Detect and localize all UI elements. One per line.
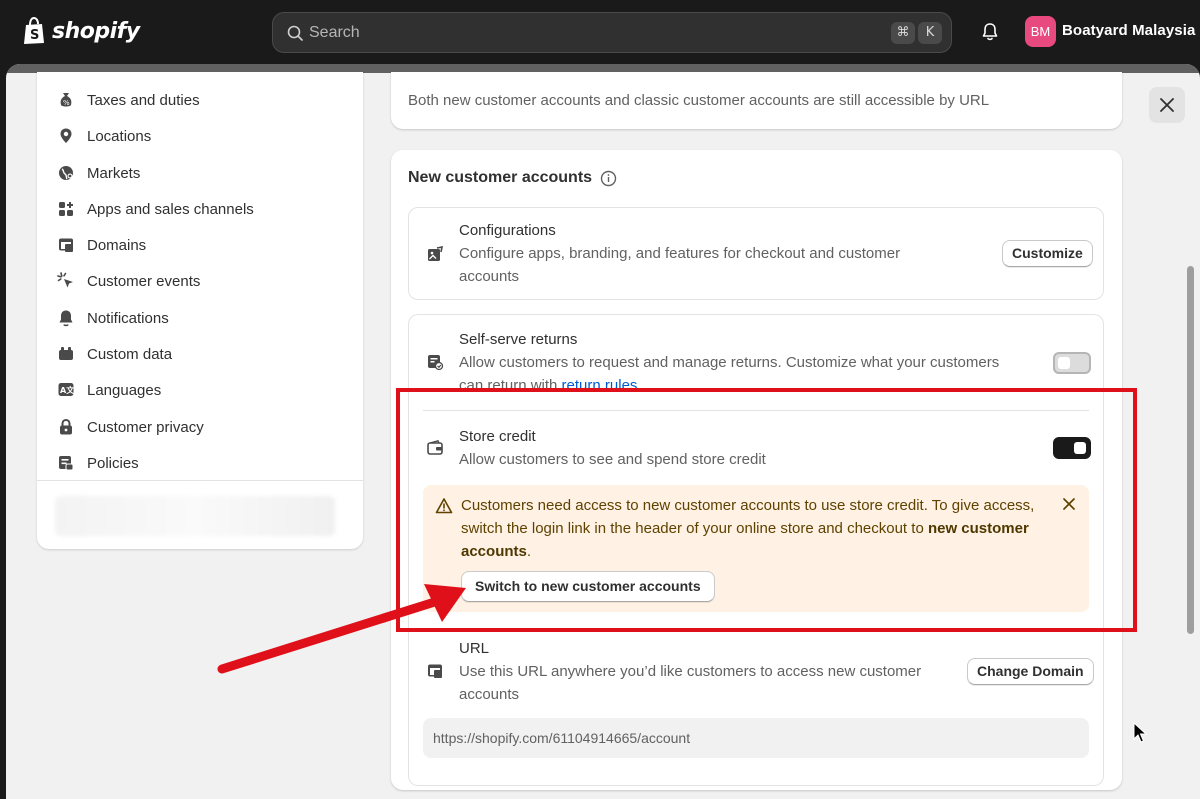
search-placeholder: Search bbox=[309, 24, 360, 41]
sidebar-item-label: Notifications bbox=[87, 309, 169, 327]
cursor-click-icon bbox=[57, 272, 73, 288]
sidebar-item-label: Languages bbox=[87, 381, 162, 399]
sidebar-item-label: Locations bbox=[87, 127, 152, 145]
sidebar-item-label: Domains bbox=[87, 236, 147, 254]
shopify-logo[interactable]: S shopify bbox=[22, 17, 140, 45]
globe-icon bbox=[59, 166, 73, 180]
accounts-accessible-card: Both new customer accounts and classic c… bbox=[391, 72, 1122, 129]
sidebar-item-label: Policies bbox=[87, 454, 139, 472]
taxes-icon: % bbox=[60, 93, 72, 107]
info-icon[interactable] bbox=[600, 170, 617, 187]
shortcut-k-key: K bbox=[918, 22, 942, 44]
logo-text: shopify bbox=[52, 18, 140, 44]
location-pin-icon bbox=[60, 128, 72, 143]
custom-data-icon bbox=[59, 347, 73, 360]
configurations-title: Configurations bbox=[459, 222, 556, 239]
section-title-text: New customer accounts bbox=[408, 169, 593, 186]
sidebar-item-label: Customer privacy bbox=[87, 418, 204, 436]
self-serve-returns-desc-line1: Allow customers to request and manage re… bbox=[459, 354, 1000, 371]
sidebar-item-customer-events[interactable]: Customer events bbox=[57, 269, 200, 293]
configurations-desc-line1: Configure apps, branding, and features f… bbox=[459, 245, 901, 262]
annotation-highlight-box bbox=[396, 388, 1137, 632]
notifications-bell-icon[interactable] bbox=[981, 22, 999, 42]
panel-bottom-border bbox=[408, 624, 1104, 786]
sidebar-item-label: Apps and sales channels bbox=[87, 200, 254, 218]
sidebar-item-apps-and-sales-channels[interactable]: Apps and sales channels bbox=[57, 197, 254, 221]
store-avatar[interactable]: BM bbox=[1025, 16, 1056, 47]
configurations-panel: Configurations Configure apps, branding,… bbox=[408, 207, 1104, 300]
mouse-cursor-icon bbox=[1133, 722, 1147, 743]
lock-icon bbox=[60, 418, 72, 435]
apps-icon bbox=[59, 202, 73, 216]
image-brush-icon bbox=[428, 246, 444, 261]
self-serve-returns-title: Self-serve returns bbox=[459, 331, 578, 348]
svg-text:%: % bbox=[63, 99, 70, 107]
scrollbar-thumb[interactable] bbox=[1187, 266, 1194, 634]
svg-text:A文: A文 bbox=[60, 385, 75, 395]
sidebar-item-markets[interactable]: Markets bbox=[57, 161, 140, 185]
shopify-bag-icon: S bbox=[24, 17, 44, 44]
language-icon: A文 bbox=[58, 383, 75, 396]
blurred-region bbox=[55, 496, 335, 536]
sidebar-item-label: Custom data bbox=[87, 345, 173, 363]
sidebar-item-locations[interactable]: Locations bbox=[57, 124, 151, 148]
self-serve-returns-toggle[interactable] bbox=[1053, 352, 1091, 374]
sidebar-item-label: Markets bbox=[87, 164, 141, 182]
close-settings-button[interactable] bbox=[1149, 87, 1185, 123]
customize-button[interactable]: Customize bbox=[1002, 240, 1093, 267]
search-bar[interactable]: Search ⌘ K bbox=[272, 12, 952, 53]
sidebar-item-custom-data[interactable]: Custom data bbox=[57, 342, 172, 366]
settings-sidebar: % Taxes and duties Locations Markets App… bbox=[37, 72, 363, 549]
section-title: New customer accounts bbox=[408, 169, 617, 187]
sidebar-divider bbox=[37, 480, 363, 481]
top-bar: S shopify Search ⌘ K BM Boatyard Malaysi… bbox=[0, 0, 1200, 64]
sidebar-item-taxes-and-duties[interactable]: % Taxes and duties bbox=[57, 88, 200, 112]
configurations-desc-line2: accounts bbox=[459, 268, 520, 285]
returns-icon bbox=[428, 355, 444, 371]
sidebar-item-policies[interactable]: Policies bbox=[57, 451, 139, 475]
domains-icon bbox=[59, 238, 73, 252]
sidebar-item-domains[interactable]: Domains bbox=[57, 233, 146, 257]
svg-text:S: S bbox=[30, 28, 39, 43]
close-icon bbox=[1160, 98, 1174, 112]
store-name[interactable]: Boatyard Malaysia bbox=[1062, 22, 1195, 39]
annotation-arrow-icon bbox=[217, 584, 466, 674]
bell-icon bbox=[59, 310, 73, 327]
sidebar-item-notifications[interactable]: Notifications bbox=[57, 306, 169, 330]
shortcut-cmd-key: ⌘ bbox=[891, 22, 915, 44]
policy-icon bbox=[59, 456, 74, 471]
sidebar-item-customer-privacy[interactable]: Customer privacy bbox=[57, 415, 204, 439]
sidebar-item-label: Customer events bbox=[87, 272, 201, 290]
accounts-accessible-text: Both new customer accounts and classic c… bbox=[408, 92, 990, 109]
sidebar-item-languages[interactable]: A文 Languages bbox=[57, 378, 161, 402]
search-icon bbox=[287, 25, 303, 41]
sidebar-item-label: Taxes and duties bbox=[87, 91, 200, 109]
